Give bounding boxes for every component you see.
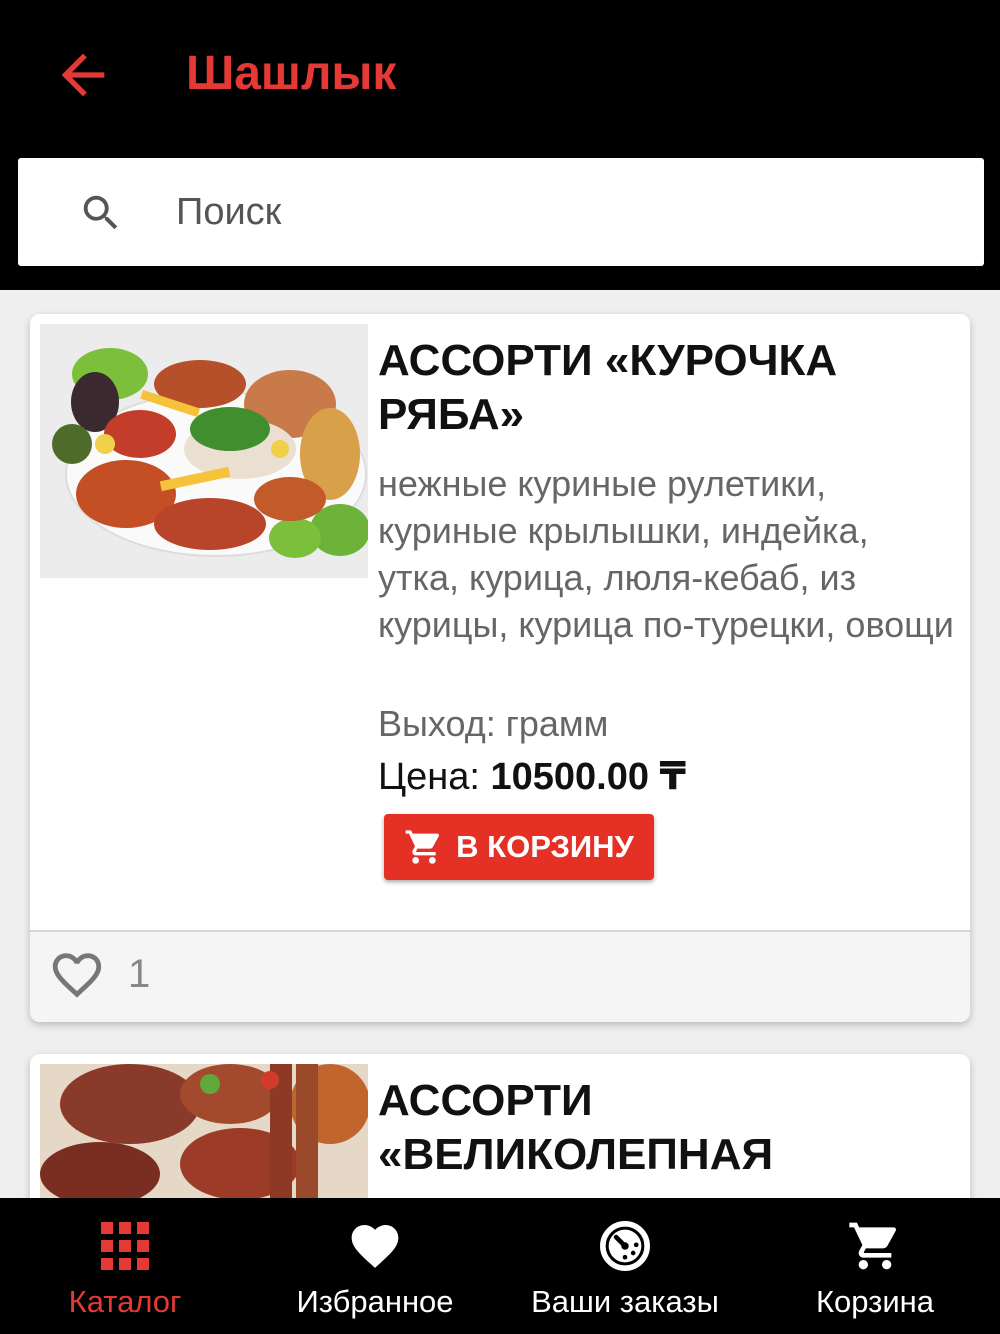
price-value: 10500.00 ₸ [490,756,686,798]
heart-outline-icon[interactable] [46,946,108,1004]
like-count: 1 [128,952,151,996]
grid-icon [101,1222,149,1270]
cart-icon [405,830,440,864]
page-title: Шашлык [186,47,397,100]
search-icon [83,195,118,230]
product-description: нежные куриные рулетики, куриные крылышк… [378,463,954,645]
product-image[interactable] [40,324,368,578]
orders-clock-icon [600,1221,650,1271]
add-to-cart-button[interactable]: В КОРЗИНУ [384,814,654,880]
product-output: Выход: грамм [378,703,609,744]
app-header: Шашлык [0,0,1000,290]
product-name[interactable]: АССОРТИ «ВЕЛИКОЛЕПНАЯ [378,1074,938,1182]
bottom-navigation: Каталог Избранное Ваши заказы Корзина [0,1198,1000,1334]
nav-orders-label: Ваши заказы [531,1284,719,1319]
product-card[interactable]: АССОРТИ «КУРОЧКА РЯБА» нежные куриные ру… [30,314,970,1022]
nav-catalog-label: Каталог [68,1284,182,1319]
search-input[interactable] [176,180,956,244]
product-card[interactable]: АССОРТИ «ВЕЛИКОЛЕПНАЯ [30,1054,970,1198]
add-to-cart-label: В КОРЗИНУ [456,829,634,864]
product-list[interactable]: АССОРТИ «КУРОЧКА РЯБА» нежные куриные ру… [0,290,1000,1198]
price-label: Цена: [378,756,480,798]
nav-cart-label: Корзина [815,1284,935,1319]
product-name[interactable]: АССОРТИ «КУРОЧКА РЯБА» [378,334,938,442]
back-button[interactable] [48,40,118,110]
nav-catalog[interactable]: Каталог [0,1198,250,1334]
nav-favorites[interactable]: Избранное [250,1198,500,1334]
nav-cart[interactable]: Корзина [750,1198,1000,1334]
product-image[interactable] [40,1064,368,1198]
search-bar[interactable] [18,158,984,266]
cart-icon [849,1222,897,1270]
product-price: Цена: 10500.00 ₸ [378,754,686,800]
nav-orders[interactable]: Ваши заказы [500,1198,750,1334]
arrow-left-icon [61,53,105,97]
heart-icon [351,1225,399,1268]
nav-favorites-label: Избранное [296,1284,454,1319]
card-footer: 1 [30,930,970,1022]
